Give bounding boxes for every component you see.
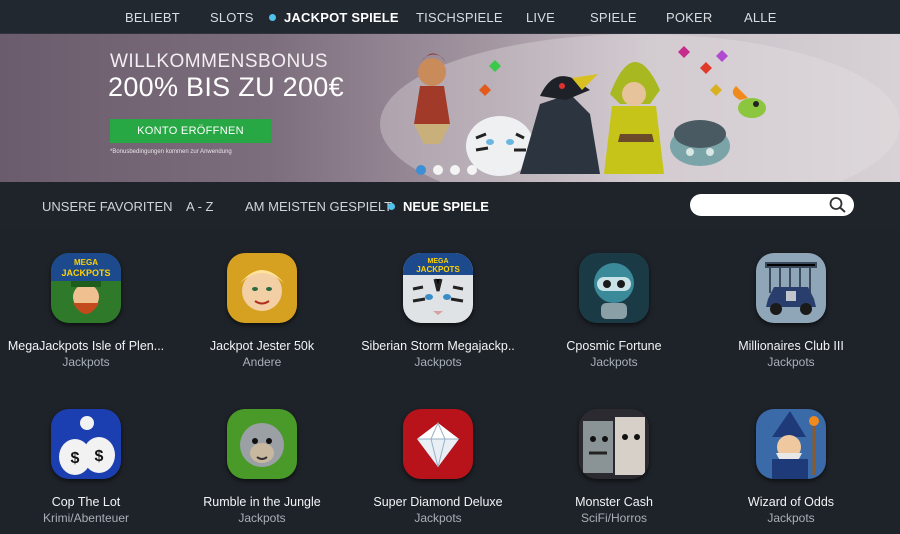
active-indicator-dot <box>269 14 276 21</box>
svg-text:MEGA: MEGA <box>74 258 98 267</box>
svg-text:JACKPOTS: JACKPOTS <box>416 265 460 274</box>
jester-icon <box>227 253 297 323</box>
promo-banner: WILLKOMMENSBONUS 200% BIS ZU 200€ KONTO … <box>0 34 900 182</box>
game-card[interactable]: Millionaires Club III Jackpots <box>703 253 879 369</box>
game-category: Jackpots <box>414 355 462 369</box>
game-title: MegaJackpots Isle of Plen... <box>7 339 165 353</box>
monster-icon <box>579 409 649 479</box>
game-title: Wizard of Odds <box>747 495 835 509</box>
carousel-dot-1[interactable] <box>416 165 426 175</box>
nav-item-slots[interactable]: SLOTS <box>210 10 254 25</box>
game-title: Super Diamond Deluxe <box>373 495 503 509</box>
game-category: Jackpots <box>62 355 110 369</box>
svg-text:$: $ <box>95 448 104 465</box>
game-card[interactable]: Wizard of Odds Jackpots <box>703 409 879 525</box>
carousel-dot-2[interactable] <box>433 165 443 175</box>
game-card[interactable]: Rumble in the Jungle Jackpots <box>174 409 350 525</box>
nav-item-poker[interactable]: POKER <box>666 10 713 25</box>
game-title: Monster Cash <box>575 495 653 509</box>
banner-subtitle: 200% BIS ZU 200€ <box>108 72 344 102</box>
filter-a-z[interactable]: A - Z <box>186 199 213 214</box>
nav-item-beliebt[interactable]: BELIEBT <box>125 10 180 25</box>
bonus-terms-note: *Bonusbedingungen kommen zur Anwendung <box>110 149 232 155</box>
game-title: Rumble in the Jungle <box>203 495 321 509</box>
game-card[interactable]: Super Diamond Deluxe Jackpots <box>350 409 526 525</box>
carousel-dot-3[interactable] <box>450 165 460 175</box>
main-nav: BELIEBT SLOTS JACKPOT SPIELE TISCHSPIELE… <box>0 0 900 34</box>
game-title: Cop The Lot <box>51 495 121 509</box>
game-card[interactable]: Jackpot Jester 50k Andere <box>174 253 350 369</box>
game-title: Cposmic Fortune <box>566 339 662 353</box>
vintage-car-icon <box>756 253 826 323</box>
game-card[interactable]: MEGA JACKPOTS Siberian Storm Megajackp.. … <box>350 253 526 369</box>
alien-robot-icon <box>579 253 649 323</box>
carousel-dot-4[interactable] <box>467 165 477 175</box>
filter-most-played[interactable]: AM MEISTEN GESPIELT <box>245 199 392 214</box>
nav-item-spiele[interactable]: SPIELE <box>590 10 637 25</box>
filter-favorites[interactable]: UNSERE FAVORITEN <box>42 199 173 214</box>
game-category: Andere <box>242 355 282 369</box>
game-category: Krimi/Abenteuer <box>42 511 130 525</box>
game-category: Jackpots <box>590 355 638 369</box>
game-card[interactable]: MEGA JACKPOTS MegaJackpots Isle of Plen..… <box>0 253 174 369</box>
nav-item-alle[interactable]: ALLE <box>744 10 777 25</box>
active-indicator-dot <box>388 203 395 210</box>
carousel-dots <box>416 162 484 175</box>
svg-text:JACKPOTS: JACKPOTS <box>61 268 110 278</box>
banner-title: WILLKOMMENSBONUS <box>110 51 329 72</box>
white-tiger-icon: MEGA JACKPOTS <box>403 253 473 323</box>
wizard-icon <box>756 409 826 479</box>
game-category: Jackpots <box>767 511 815 525</box>
filter-new-games[interactable]: NEUE SPIELE <box>403 199 489 214</box>
gorilla-icon <box>227 409 297 479</box>
game-card[interactable]: Cposmic Fortune Jackpots <box>526 253 702 369</box>
game-card[interactable]: $ $ Cop The Lot Krimi/Abenteuer <box>0 409 174 525</box>
game-title: Jackpot Jester 50k <box>209 339 315 353</box>
leprechaun-icon: MEGA JACKPOTS <box>51 253 121 323</box>
game-card[interactable]: Monster Cash SciFi/Horros <box>526 409 702 525</box>
nav-item-live[interactable]: LIVE <box>526 10 555 25</box>
game-category: SciFi/Horros <box>580 511 647 525</box>
nav-item-jackpot-spiele[interactable]: JACKPOT SPIELE <box>284 10 399 25</box>
svg-text:$: $ <box>71 450 80 467</box>
search-icon[interactable] <box>828 196 848 214</box>
game-title: Siberian Storm Megajackp.. <box>361 339 515 353</box>
nav-item-tischspiele[interactable]: TISCHSPIELE <box>416 10 503 25</box>
game-category: Jackpots <box>238 511 286 525</box>
svg-text:MEGA: MEGA <box>428 258 449 265</box>
game-title: Millionaires Club III <box>738 339 844 353</box>
money-bags-icon: $ $ <box>51 409 121 479</box>
casino-page: BELIEBT SLOTS JACKPOT SPIELE TISCHSPIELE… <box>0 0 900 534</box>
game-category: Jackpots <box>767 355 815 369</box>
diamond-icon <box>403 409 473 479</box>
open-account-button[interactable]: KONTO ERÖFFNEN <box>110 119 271 143</box>
game-category: Jackpots <box>414 511 462 525</box>
